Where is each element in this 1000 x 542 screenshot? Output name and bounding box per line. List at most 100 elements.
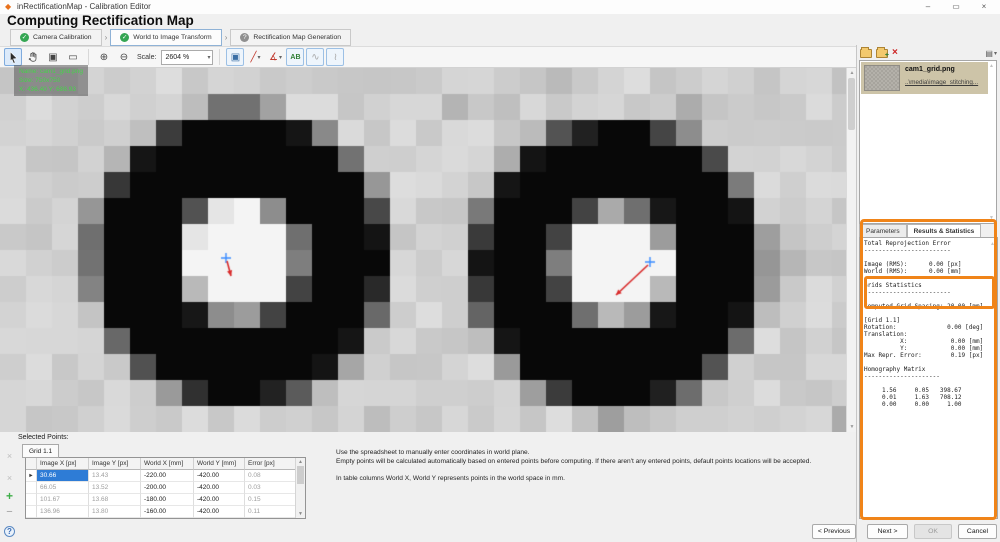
overlay-cursor-coords: X: 436.40 Y: 688.93 <box>19 85 83 94</box>
row-selector[interactable] <box>26 494 37 506</box>
cell-image-y[interactable]: 13.43 <box>89 470 141 482</box>
viewport-vertical-scrollbar[interactable]: ▲ ▼ <box>846 68 856 432</box>
cell-world-y[interactable]: -420.00 <box>194 470 245 482</box>
list-item[interactable]: cam1_grid.png ..\media\image_stitching..… <box>861 62 988 94</box>
select-tool-button[interactable] <box>4 48 22 66</box>
cell-image-x[interactable]: 101.67 <box>37 494 89 506</box>
add-point-icon[interactable]: + <box>3 490 16 503</box>
row-selector[interactable] <box>26 506 37 518</box>
help-line-1: Use the spreadsheet to manually enter co… <box>336 448 996 457</box>
minimize-icon[interactable]: – <box>914 0 942 14</box>
cell-world-y[interactable]: -420.00 <box>194 494 245 506</box>
add-folder-icon[interactable]: + <box>876 49 888 58</box>
cell-image-y[interactable]: 13.52 <box>89 482 141 494</box>
tab-parameters[interactable]: Parameters <box>859 224 907 238</box>
help-line-3: In table columns World X, World Y repres… <box>336 474 996 483</box>
overlay-image-size: Size: 750x750 <box>19 76 83 85</box>
header-world-y[interactable]: World Y [mm] <box>194 458 245 470</box>
tab-rectification-map-generation[interactable]: ? Rectification Map Generation <box>230 29 351 46</box>
scrollbar-thumb[interactable] <box>297 466 304 484</box>
cell-error[interactable]: 0.15 <box>245 494 297 506</box>
previous-button[interactable]: < Previous <box>812 524 856 539</box>
delete-file-icon[interactable]: × <box>892 48 898 58</box>
zoom-in-button[interactable]: ⊕ <box>95 48 113 66</box>
region-select-button[interactable]: ▣ <box>44 48 62 66</box>
tab-label: Camera Calibration <box>33 34 92 41</box>
cell-world-x[interactable]: -160.00 <box>141 506 194 518</box>
header-image-y[interactable]: Image Y [px] <box>89 458 141 470</box>
tab-label: World to Image Transform <box>133 34 211 41</box>
toolbar-separator <box>219 49 220 65</box>
help-icon[interactable]: ? <box>4 526 15 537</box>
rectangle-tool-button[interactable]: ▭ <box>64 48 82 66</box>
selected-points-label: Selected Points: <box>18 434 69 441</box>
app-icon: ◆ <box>5 3 11 11</box>
scroll-up-icon[interactable]: ▲ <box>990 241 995 247</box>
cell-world-x[interactable]: -220.00 <box>141 470 194 482</box>
grid-tab[interactable]: Grid 1.1 <box>22 444 59 458</box>
tab-camera-calibration[interactable]: ✓ Camera Calibration <box>10 29 102 46</box>
remove-point-icon[interactable]: − <box>3 507 16 520</box>
header-error[interactable]: Error [px] <box>245 458 297 470</box>
open-folder-icon[interactable] <box>860 49 872 58</box>
file-path-link[interactable]: ..\media\image_stitching... <box>905 79 978 86</box>
scale-combobox[interactable]: 2604 % ▾ <box>161 50 213 65</box>
cell-image-x[interactable]: 30.66 <box>37 470 89 482</box>
cell-image-y[interactable]: 13.68 <box>89 494 141 506</box>
next-button[interactable]: Next > <box>867 524 908 539</box>
reprojection-error-text: Total Reprojection Error ---------------… <box>864 240 996 275</box>
ab-labels-icon: AB <box>290 54 300 61</box>
close-icon[interactable]: × <box>970 0 998 14</box>
file-thumbnail <box>864 65 900 91</box>
spline-tool-button[interactable]: ≀ <box>326 48 344 66</box>
table-vertical-scrollbar[interactable]: ▲ ▼ <box>295 458 305 518</box>
labels-toggle-button[interactable]: AB <box>286 48 304 66</box>
rectangle-icon: ▭ <box>68 52 77 63</box>
tab-results-statistics[interactable]: Results & Statistics <box>907 224 982 238</box>
calibration-image-canvas[interactable] <box>0 68 846 432</box>
cell-error[interactable]: 0.08 <box>245 470 297 482</box>
cell-world-x[interactable]: -180.00 <box>141 494 194 506</box>
scroll-up-icon[interactable]: ▲ <box>296 459 305 465</box>
scrollbar-thumb[interactable] <box>848 78 855 130</box>
header-image-x[interactable]: Image X [px] <box>37 458 89 470</box>
chevron-down-icon: ▾ <box>257 54 260 61</box>
ok-button[interactable]: OK <box>914 524 952 539</box>
pan-tool-button[interactable] <box>24 48 42 66</box>
fit-to-view-button[interactable]: ▣ <box>226 48 244 66</box>
cell-image-x[interactable]: 136.96 <box>37 506 89 518</box>
curve-icon: ∿ <box>311 52 319 63</box>
view-mode-button[interactable]: ▤ ▾ <box>985 49 997 58</box>
scroll-down-icon[interactable]: ▼ <box>296 511 305 517</box>
draw-line-button[interactable]: ╱ ▾ <box>246 48 264 66</box>
cell-world-x[interactable]: -200.00 <box>141 482 194 494</box>
help-gap <box>336 466 996 474</box>
header-world-x[interactable]: World X [mm] <box>141 458 194 470</box>
fit-icon: ▣ <box>231 52 240 63</box>
scroll-up-icon[interactable]: ▲ <box>989 63 994 69</box>
cancel-button[interactable]: Cancel <box>958 524 997 539</box>
scroll-down-icon[interactable]: ▼ <box>989 215 994 221</box>
cell-image-x[interactable]: 66.05 <box>37 482 89 494</box>
tab-world-to-image-transform[interactable]: ✓ World to Image Transform <box>110 29 221 46</box>
cell-world-y[interactable]: -420.00 <box>194 482 245 494</box>
grid-details-text: [Grid 1.1] Rotation: 0.00 [deg] Translat… <box>864 317 996 408</box>
delete-grid-icon[interactable]: × <box>3 472 16 485</box>
zoom-out-button[interactable]: ⊖ <box>115 48 133 66</box>
maximize-icon[interactable]: ▭ <box>942 0 970 14</box>
cell-error[interactable]: 0.03 <box>245 482 297 494</box>
zoom-out-icon: ⊖ <box>120 52 128 63</box>
curve-tool-button[interactable]: ∿ <box>306 48 324 66</box>
cell-error[interactable]: 0.11 <box>245 506 297 518</box>
file-toolbar: + × ▤ ▾ <box>860 46 997 60</box>
cell-world-y[interactable]: -420.00 <box>194 506 245 518</box>
clear-selection-icon[interactable]: × <box>3 450 16 463</box>
title-bar: ◆ inRectificationMap - Calibration Edito… <box>0 0 1000 14</box>
row-selector[interactable] <box>26 482 37 494</box>
window-title: inRectificationMap - Calibration Editor <box>17 0 151 14</box>
measure-tool-button[interactable]: ∡ ▾ <box>266 48 284 66</box>
chevron-right-icon: › <box>225 33 228 42</box>
image-viewport[interactable] <box>0 68 846 432</box>
cell-image-y[interactable]: 13.80 <box>89 506 141 518</box>
red-line-icon: ╱ <box>250 52 256 63</box>
